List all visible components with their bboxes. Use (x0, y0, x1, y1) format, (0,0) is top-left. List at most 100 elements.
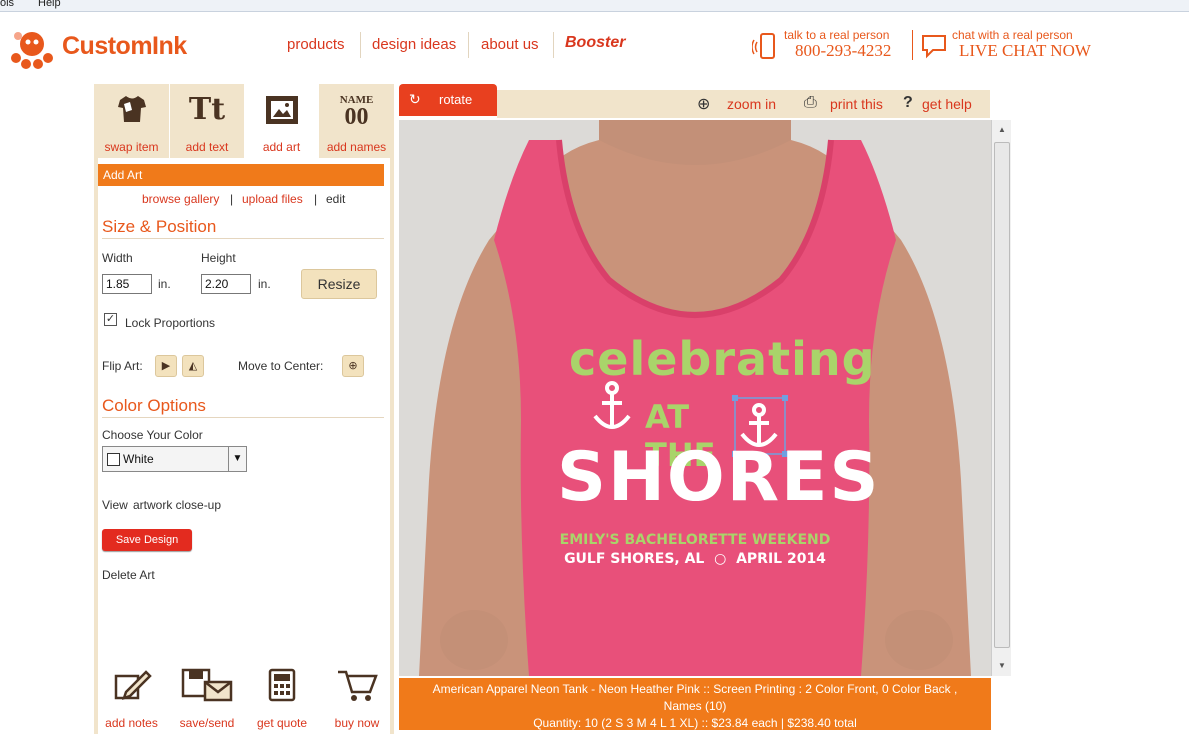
phone-contact[interactable]: talk to a real person 800-293-4232 (752, 28, 912, 68)
tab-label: add names (326, 140, 387, 154)
cart-icon (338, 670, 378, 701)
move-to-center-button[interactable]: ⊕ (342, 355, 364, 377)
design-line-shores: SHORES (557, 438, 881, 517)
order-summary-names: Names (10) (663, 699, 727, 713)
rotate-button[interactable]: ↻ rotate (399, 84, 497, 116)
section-divider (102, 417, 384, 418)
logo[interactable]: CustomInk (10, 28, 210, 80)
order-summary-bar: American Apparel Neon Tank - Neon Heathe… (399, 678, 991, 730)
nav-products[interactable]: products (287, 36, 345, 53)
color-select[interactable]: White ▼ (102, 446, 247, 472)
design-line-celebrating: celebrating (569, 332, 876, 386)
design-line-bachelorette: EMILY'S BACHELORETTE WEEKEND (559, 532, 831, 548)
nav-divider (360, 32, 361, 58)
flip-art-label: Flip Art: (102, 359, 143, 373)
chat-action: LIVE CHAT NOW (959, 41, 1091, 60)
edit-link[interactable]: edit (326, 192, 345, 206)
delete-art-link[interactable]: Delete Art (102, 568, 155, 582)
save-design-button[interactable]: Save Design (102, 529, 192, 551)
get-help-link[interactable]: get help (922, 96, 972, 112)
size-position-title: Size & Position (102, 217, 217, 236)
design-canvas[interactable]: celebrating AT THE SHORES EMILY'S BACHEL… (399, 120, 991, 676)
calculator-icon (268, 668, 296, 702)
nav-design-ideas[interactable]: design ideas (372, 36, 456, 53)
live-chat[interactable]: chat with a real person LIVE CHAT NOW (919, 28, 1109, 68)
tab-add-art[interactable]: add art (244, 84, 319, 158)
lock-proportions-label: Lock Proportions (125, 316, 216, 330)
rotate-label: rotate (439, 92, 473, 107)
zoom-in-link[interactable]: zoom in (727, 96, 776, 112)
buy-now-button[interactable]: buy now (320, 660, 394, 734)
save-mail-icon (181, 668, 233, 702)
octopus-logo-icon (11, 32, 53, 69)
phone-label: talk to a real person (784, 28, 890, 42)
height-input[interactable] (201, 274, 251, 294)
logo-text: CustomInk (62, 32, 187, 60)
order-summary-quantity: Quantity: 10 (2 S 3 M 4 L 1 XL) :: $23.8… (533, 716, 857, 730)
browser-menubar: ols Help (0, 0, 1189, 12)
height-unit: in. (258, 277, 271, 291)
resize-button[interactable]: Resize (301, 269, 377, 299)
link-divider: | (230, 192, 234, 206)
design-date: APRIL 2014 (736, 551, 826, 567)
bottom-tool-label: buy now (334, 716, 380, 730)
phone-icon (752, 33, 775, 59)
scroll-down-icon[interactable]: ▼ (992, 658, 1012, 674)
flip-vertical-button[interactable]: ◭ (182, 355, 204, 377)
upload-files-link[interactable]: upload files (242, 192, 303, 206)
canvas-scrollbar[interactable]: ▲ ▼ (991, 120, 1011, 676)
get-quote-button[interactable]: get quote (245, 660, 319, 734)
view-prefix: View (102, 498, 128, 512)
design-location: GULF SHORES, AL (564, 551, 705, 567)
section-divider (102, 238, 384, 239)
flip-horizontal-button[interactable]: ▶ (155, 355, 177, 377)
width-input[interactable] (102, 274, 152, 294)
ring-icon: ○ (709, 551, 732, 567)
flip-horizontal-icon: ▶ (161, 360, 171, 372)
canvas-toolbar: ⊕ zoom in ⎙ print this ? get help (497, 90, 990, 118)
print-icon: ⎙ (804, 94, 817, 111)
print-link[interactable]: print this (830, 96, 883, 112)
bottom-tool-label: add notes (105, 716, 158, 730)
menu-tools[interactable]: ols (0, 0, 14, 9)
zoom-in-icon: ⊕ (697, 96, 711, 113)
flip-vertical-icon: ◭ (188, 360, 198, 372)
scroll-up-icon[interactable]: ▲ (992, 122, 1012, 138)
bottom-tool-label: get quote (256, 716, 308, 730)
tab-add-text[interactable]: Tt add text (170, 84, 244, 158)
phone-number: 800-293-4232 (795, 41, 892, 60)
scroll-thumb[interactable] (994, 142, 1010, 648)
menu-help[interactable]: Help (38, 0, 61, 9)
chevron-down-icon: ▼ (228, 447, 246, 471)
rotate-shirt-icon: ↻ (409, 91, 421, 107)
notepad-pencil-icon (114, 670, 152, 700)
artwork-closeup-link[interactable]: artwork close-up (133, 498, 221, 512)
tab-label: swap item (104, 140, 159, 154)
design-tools-panel: swap item Tt add text add art NAME 00 ad… (94, 84, 394, 734)
help-icon: ? (903, 94, 913, 111)
tab-add-names[interactable]: NAME 00 add names (319, 84, 394, 158)
bottom-tools: add notes save/send get quote buy now (94, 660, 394, 734)
move-center-label: Move to Center: (238, 359, 324, 373)
add-art-header: Add Art (98, 164, 384, 186)
booster-link[interactable]: Booster (565, 34, 625, 52)
tab-swap-item[interactable]: swap item (94, 84, 169, 158)
color-swatch (107, 453, 120, 466)
lock-proportions-checkbox[interactable]: ✓ (104, 313, 117, 326)
chat-bubble-icon (922, 35, 946, 59)
picture-frame-icon (266, 96, 298, 124)
nav-about-us[interactable]: about us (481, 36, 539, 53)
width-unit: in. (158, 277, 171, 291)
text-icon: Tt (188, 92, 226, 127)
save-send-button[interactable]: save/send (170, 660, 244, 734)
design-line-location-date: GULF SHORES, AL ○ APRIL 2014 (529, 551, 861, 567)
height-label: Height (201, 251, 236, 265)
browse-gallery-link[interactable]: browse gallery (142, 192, 219, 206)
width-label: Width (102, 251, 133, 265)
add-notes-button[interactable]: add notes (94, 660, 169, 734)
tshirt-icon (118, 96, 146, 122)
nav-divider (468, 32, 469, 58)
tab-label: add art (262, 140, 301, 154)
tool-tabs: swap item Tt add text add art NAME 00 ad… (94, 84, 394, 158)
site-header: CustomInk products design ideas about us… (0, 12, 1189, 82)
